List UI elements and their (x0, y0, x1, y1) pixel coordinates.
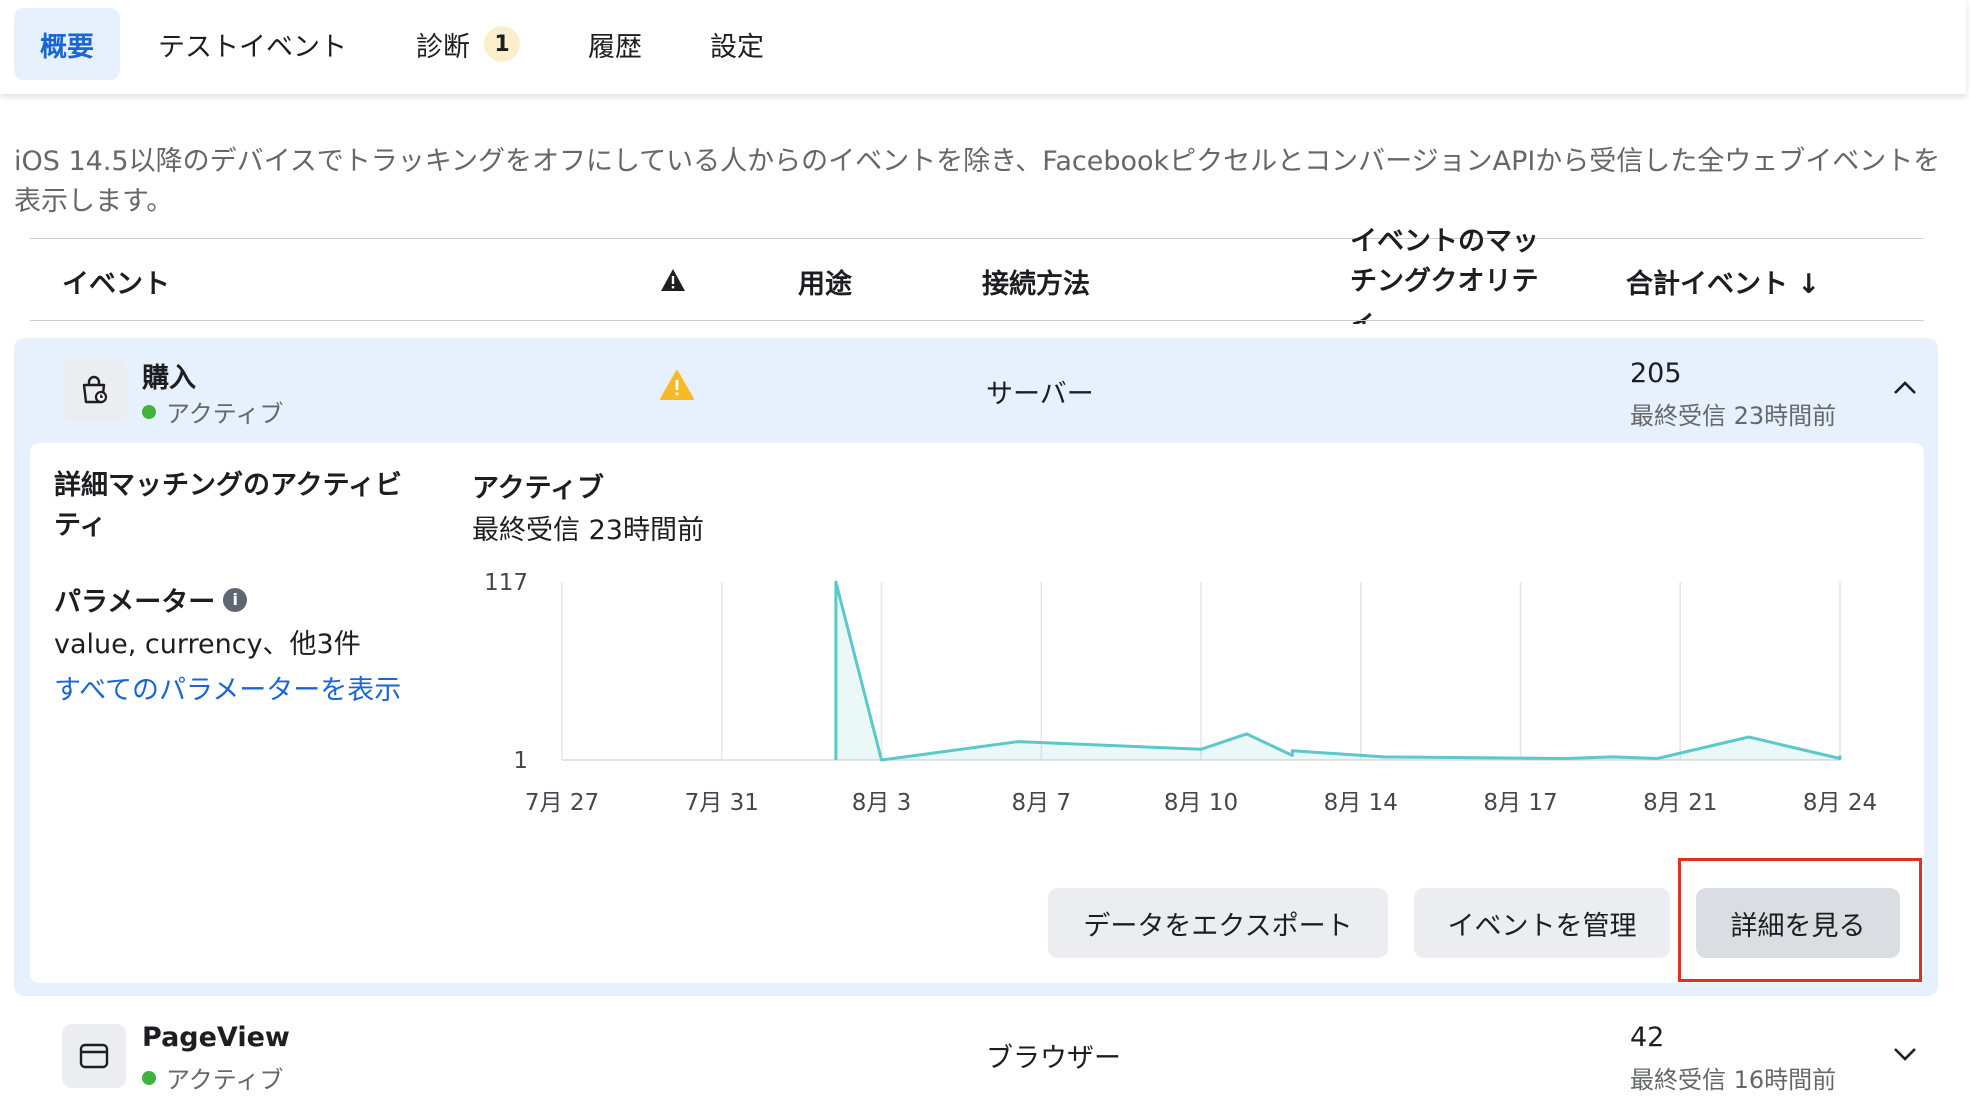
tab-bar: 概要 テストイベント 診断 1 履歴 設定 (0, 0, 1966, 94)
diagnostics-count-badge: 1 (484, 26, 520, 62)
highlight-box (1678, 858, 1922, 982)
browser-window-icon (79, 1043, 109, 1069)
advanced-matching-label: 詳細マッチングのアクティビティ (54, 470, 403, 541)
parameters-value: value, currency、他3件 (54, 629, 361, 660)
activity-last-received: 最終受信 23時間前 (472, 515, 704, 546)
status-dot (142, 1070, 156, 1085)
column-header-total-events[interactable]: 合計イベント ↓ (1626, 262, 1820, 301)
y-tick-label: 117 (484, 570, 528, 596)
info-icon[interactable]: i (223, 587, 248, 612)
tab-label: 概要 (40, 31, 94, 63)
x-tick-label: 8月 17 (1483, 790, 1557, 816)
last-received: 最終受信 16時間前 (1630, 1066, 1837, 1094)
warning-column-icon (660, 268, 686, 296)
chevron-up-icon[interactable] (1892, 380, 1918, 400)
x-tick-label: 8月 21 (1643, 790, 1717, 816)
x-tick-label: 8月 24 (1803, 790, 1877, 816)
tab-label: テストイベント (158, 31, 347, 63)
last-received: 最終受信 23時間前 (1630, 402, 1837, 430)
status-dot (142, 404, 156, 419)
tab-label: 履歴 (588, 31, 642, 63)
event-status: アクティブ (142, 1060, 283, 1095)
parameters-label: パラメーター (54, 587, 216, 618)
status-label: アクティブ (166, 400, 284, 428)
event-status: アクティブ (142, 394, 283, 429)
tab-overview[interactable]: 概要 (14, 8, 120, 80)
tab-settings[interactable]: 設定 (710, 8, 764, 80)
x-tick-label: 8月 10 (1164, 790, 1238, 816)
x-tick-label: 8月 3 (852, 790, 912, 816)
event-name: 購入 (142, 363, 196, 394)
x-tick-label: 7月 31 (685, 790, 759, 816)
export-data-button[interactable]: データをエクスポート (1048, 888, 1388, 958)
activity-status: アクティブ (472, 473, 605, 504)
event-icon-box (62, 1024, 126, 1088)
divider (30, 238, 1924, 239)
divider (30, 320, 1924, 321)
show-all-parameters-link[interactable]: すべてのパラメーターを表示 (54, 668, 401, 707)
total-events: 42 (1630, 1022, 1665, 1053)
x-tick-label: 7月 27 (525, 790, 599, 816)
tab-test-events[interactable]: テストイベント (158, 8, 347, 80)
event-name: PageView (142, 1022, 290, 1053)
shopping-bag-icon (82, 375, 108, 404)
y-tick-label: 1 (513, 748, 528, 774)
tab-diagnostics[interactable]: 診断 1 (416, 8, 520, 80)
x-tick-label: 8月 7 (1011, 790, 1071, 816)
event-activity-chart: 7月 27 7月 31 8月 3 8月 7 8月 10 8月 14 8月 17 8月 21 8月… (484, 570, 1877, 816)
column-header-event: イベント (62, 269, 170, 300)
series-line (834, 580, 1842, 762)
parameters-heading: パラメーター i (54, 580, 248, 619)
event-icon-box (62, 358, 126, 422)
connection-method: ブラウザー (986, 1043, 1121, 1074)
status-label: アクティブ (166, 1066, 284, 1094)
page-description: iOS 14.5以降のデバイスでトラッキングをオフにしている人からのイベントを除… (14, 146, 1941, 217)
manage-event-button[interactable]: イベントを管理 (1414, 888, 1670, 958)
warning-icon[interactable] (660, 370, 694, 404)
column-header-connection: 接続方法 (982, 269, 1090, 300)
tab-label: 診断 (416, 31, 470, 63)
tab-label: 設定 (710, 31, 764, 63)
x-tick-label: 8月 14 (1324, 790, 1398, 816)
column-header-match-quality[interactable]: イベントのマッチングクオリティ (1350, 222, 1550, 324)
column-header-usage: 用途 (798, 269, 852, 300)
series-area (835, 582, 1840, 760)
tab-history[interactable]: 履歴 (588, 8, 642, 80)
total-events: 205 (1630, 358, 1682, 389)
chevron-down-icon[interactable] (1892, 1046, 1918, 1066)
connection-method: サーバー (986, 379, 1094, 410)
